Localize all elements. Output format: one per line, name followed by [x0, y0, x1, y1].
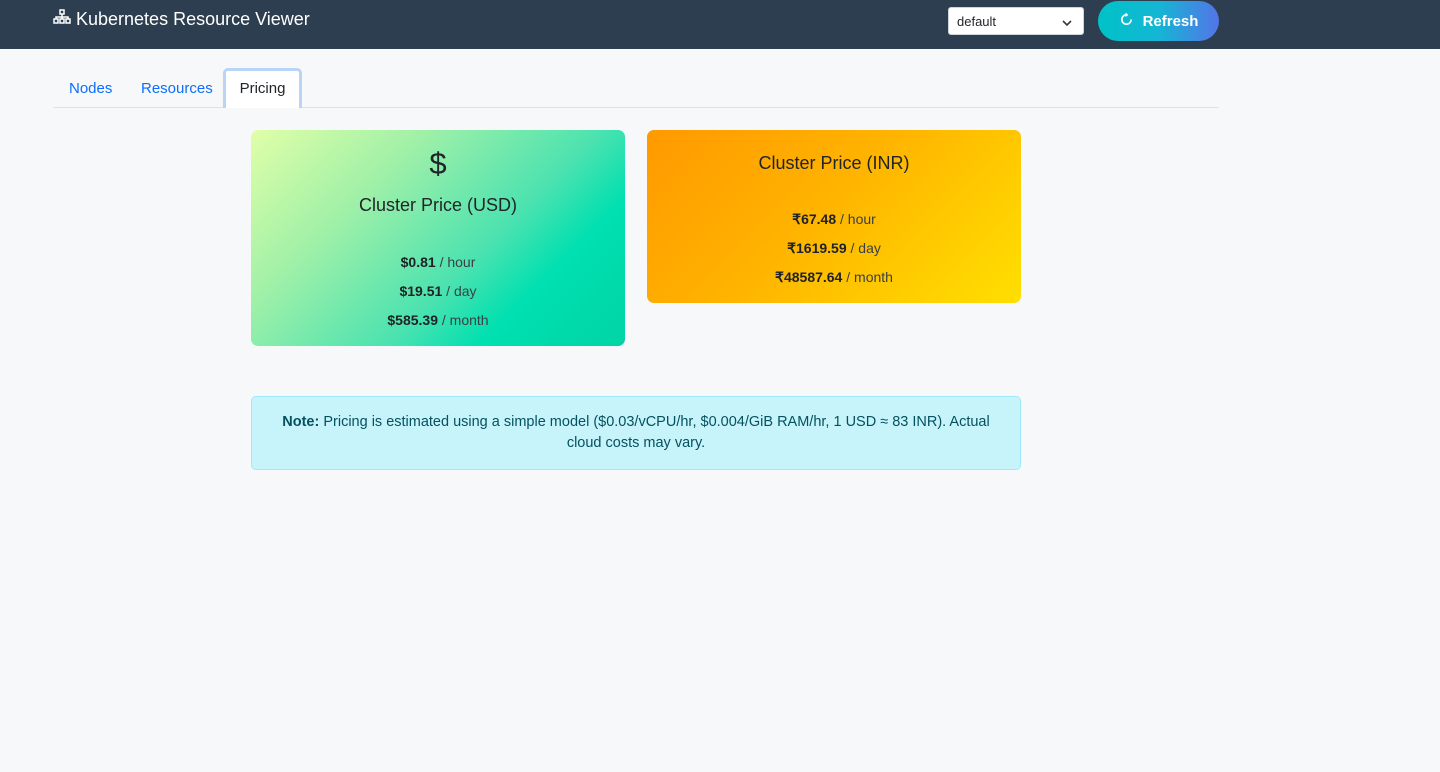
tab-pricing[interactable]: Pricing	[223, 68, 302, 108]
tab-resources[interactable]: Resources	[125, 68, 229, 108]
main-tabs: Nodes Resources Pricing	[53, 68, 1219, 108]
usd-price-card: $ Cluster Price (USD) $0.81 / hour $19.5…	[251, 130, 625, 346]
usd-month-row: $585.39 / month	[251, 312, 625, 328]
sitemap-icon	[53, 9, 76, 30]
refresh-icon	[1119, 11, 1143, 31]
pricing-note: Note: Pricing is estimated using a simpl…	[251, 396, 1021, 470]
usd-card-title: Cluster Price (USD)	[358, 195, 518, 215]
top-navbar: Kubernetes Resource Viewer default Refre…	[0, 0, 1440, 49]
inr-month-value: ₹48587.64	[775, 269, 843, 285]
note-label: Note:	[282, 414, 320, 430]
inr-month-unit: / month	[846, 269, 893, 285]
usd-day-row: $19.51 / day	[251, 283, 625, 299]
refresh-label: Refresh	[1142, 12, 1199, 30]
usd-hour-unit: / hour	[439, 254, 476, 270]
namespace-select[interactable]: default	[948, 7, 1084, 35]
usd-day-value: $19.51	[399, 283, 443, 299]
usd-day-unit: / day	[446, 283, 477, 299]
inr-hour-row: ₹67.48 / hour	[647, 211, 1021, 228]
inr-day-value: ₹1619.59	[787, 240, 847, 256]
app-title: Kubernetes Resource Viewer	[76, 9, 310, 29]
usd-month-value: $585.39	[387, 312, 438, 328]
tab-nodes[interactable]: Nodes	[53, 68, 128, 108]
note-text: Pricing is estimated using a simple mode…	[323, 414, 990, 451]
inr-hour-unit: / hour	[840, 211, 876, 227]
inr-hour-value: ₹67.48	[792, 211, 837, 227]
namespace-selected-value: default	[957, 14, 997, 29]
dollar-icon: $	[429, 146, 447, 181]
app-brand: Kubernetes Resource Viewer	[53, 9, 310, 30]
chevron-down-icon	[1061, 16, 1073, 31]
inr-price-card: Cluster Price (INR) ₹67.48 / hour ₹1619.…	[647, 130, 1021, 303]
usd-hour-value: $0.81	[400, 254, 436, 270]
usd-month-unit: / month	[441, 312, 489, 328]
inr-month-row: ₹48587.64 / month	[647, 269, 1021, 286]
refresh-button[interactable]: Refresh	[1098, 1, 1219, 41]
inr-day-row: ₹1619.59 / day	[647, 240, 1021, 257]
inr-day-unit: / day	[850, 240, 881, 256]
inr-card-title: Cluster Price (INR)	[758, 153, 910, 173]
usd-hour-row: $0.81 / hour	[251, 254, 625, 270]
